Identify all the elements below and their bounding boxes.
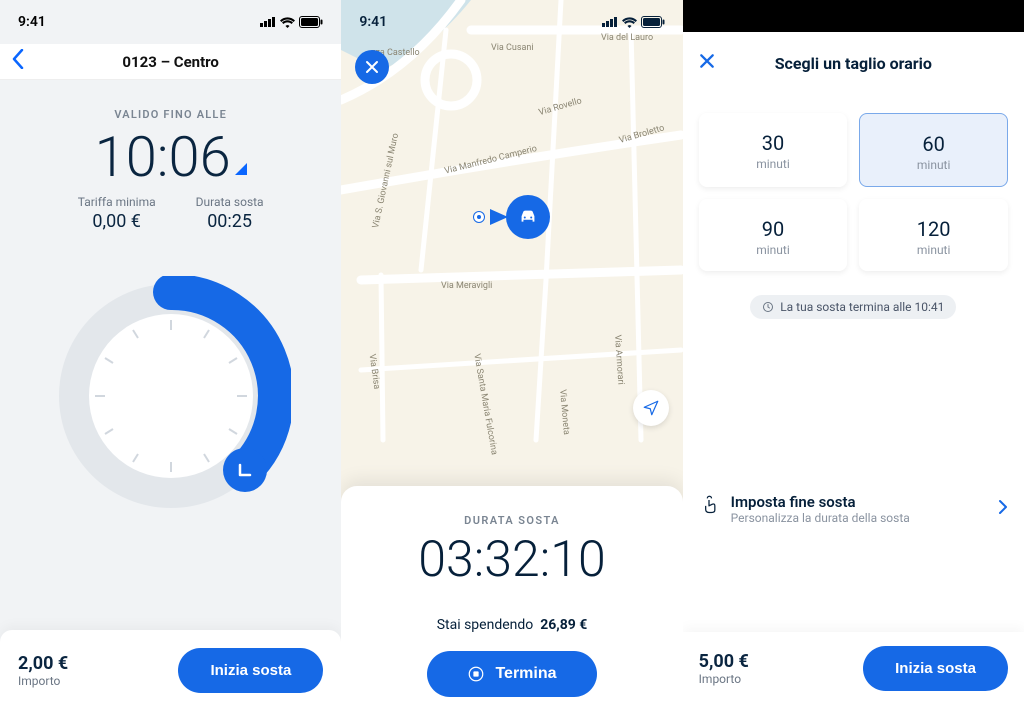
close-sheet-button[interactable]: [699, 53, 715, 74]
slot-tile-30[interactable]: 30 minuti: [699, 113, 848, 187]
status-bar: 9:41: [0, 0, 341, 44]
tariff-label: Tariffa minima: [78, 195, 156, 209]
back-button[interactable]: [12, 49, 24, 75]
tap-icon: [699, 495, 719, 519]
spending-line: Stai spendendo 26,89 €: [359, 617, 664, 633]
set-end-subtitle: Personalizza la durata della sosta: [731, 511, 910, 525]
status-bar: 9:41: [341, 0, 682, 44]
status-icons: [260, 16, 323, 28]
header: 0123 – Centro: [0, 44, 341, 80]
car-pin-icon: [506, 195, 550, 239]
screen-choose-slot: Scegli un taglio orario 30 minuti 60 min…: [683, 0, 1024, 717]
duration-timer: 03:32:10: [359, 531, 664, 589]
locate-icon: [642, 399, 660, 417]
slot-value: 60: [860, 132, 1007, 156]
valid-until-value: 10:06: [95, 129, 231, 185]
footer-bar: 5,00 € Importo Inizia sosta: [683, 632, 1024, 717]
close-icon: [365, 60, 379, 74]
bottom-sheet: Scegli un taglio orario 30 minuti 60 min…: [683, 32, 1024, 717]
duration-value: 00:25: [196, 211, 264, 232]
slot-unit: minuti: [859, 243, 1008, 257]
set-end-row[interactable]: Imposta fine sosta Personalizza la durat…: [683, 479, 1024, 539]
slot-unit: minuti: [699, 243, 848, 257]
stop-icon: [467, 665, 485, 683]
stop-parking-label: Termina: [495, 665, 556, 683]
status-icons: [602, 16, 665, 28]
slot-tile-60[interactable]: 60 minuti: [859, 113, 1008, 187]
start-parking-button[interactable]: Inizia sosta: [178, 648, 323, 693]
svg-text:Via Cusani: Via Cusani: [491, 43, 534, 53]
status-time: 9:41: [359, 14, 387, 30]
amount-value: 5,00 €: [699, 651, 749, 672]
start-parking-label: Inizia sosta: [895, 660, 976, 677]
ends-at-chip: La tua sosta termina alle 10:41: [750, 295, 956, 319]
sheet-title: Scegli un taglio orario: [775, 54, 932, 73]
slot-tile-120[interactable]: 120 minuti: [859, 199, 1008, 271]
sheet-header: Scegli un taglio orario: [683, 32, 1024, 91]
spending-value: 26,89 €: [540, 617, 587, 633]
vehicle-pin[interactable]: [474, 195, 550, 239]
slot-unit: minuti: [860, 158, 1007, 172]
validity-block: VALIDO FINO ALLE 10:06 Tariffa minima 0,…: [0, 108, 341, 232]
close-icon: [699, 53, 715, 69]
slot-value: 120: [859, 217, 1008, 241]
ends-at-text: La tua sosta termina alle 10:41: [780, 300, 944, 314]
clock-icon: [762, 301, 774, 313]
footer-bar: 2,00 € Importo Inizia sosta: [0, 630, 341, 717]
time-cursor-icon: [235, 163, 247, 175]
screen-set-duration: 9:41 0123 – Centro VALIDO FINO ALLE 10:0…: [0, 0, 341, 717]
slot-value: 90: [699, 217, 848, 241]
screen-active-parking: 9:41 zza Castello Via Cusani Via del Lau…: [341, 0, 682, 717]
valid-until-label: VALIDO FINO ALLE: [0, 108, 341, 121]
active-parking-card: DURATA SOSTA 03:32:10 Stai spendendo 26,…: [341, 486, 682, 717]
amount-label: Importo: [699, 672, 749, 686]
chevron-right-icon: [998, 499, 1008, 520]
spending-prefix: Stai spendendo: [437, 617, 534, 633]
slot-tile-90[interactable]: 90 minuti: [699, 199, 848, 271]
slot-grid: 30 minuti 60 minuti 90 minuti 120 minuti: [683, 91, 1024, 271]
valid-until-time: 10:06: [95, 129, 247, 185]
duration-dial[interactable]: [0, 276, 341, 516]
sheet-backdrop: [683, 0, 1024, 32]
amount-label: Importo: [18, 674, 68, 688]
locate-me-button[interactable]: [633, 390, 669, 426]
slot-unit: minuti: [699, 157, 848, 171]
svg-text:Via Meravigli: Via Meravigli: [441, 281, 492, 291]
slot-value: 30: [699, 131, 848, 155]
zone-title: 0123 – Centro: [122, 53, 218, 71]
set-end-title: Imposta fine sosta: [731, 493, 910, 511]
amount-value: 2,00 €: [18, 653, 68, 674]
location-dot-icon: [474, 212, 484, 222]
start-parking-button[interactable]: Inizia sosta: [863, 646, 1008, 691]
duration-label: Durata sosta: [196, 195, 264, 209]
duration-label: DURATA SOSTA: [359, 514, 664, 527]
stop-parking-button[interactable]: Termina: [427, 651, 596, 697]
start-parking-label: Inizia sosta: [210, 662, 291, 679]
status-time: 9:41: [18, 14, 46, 30]
tariff-value: 0,00 €: [78, 211, 156, 232]
